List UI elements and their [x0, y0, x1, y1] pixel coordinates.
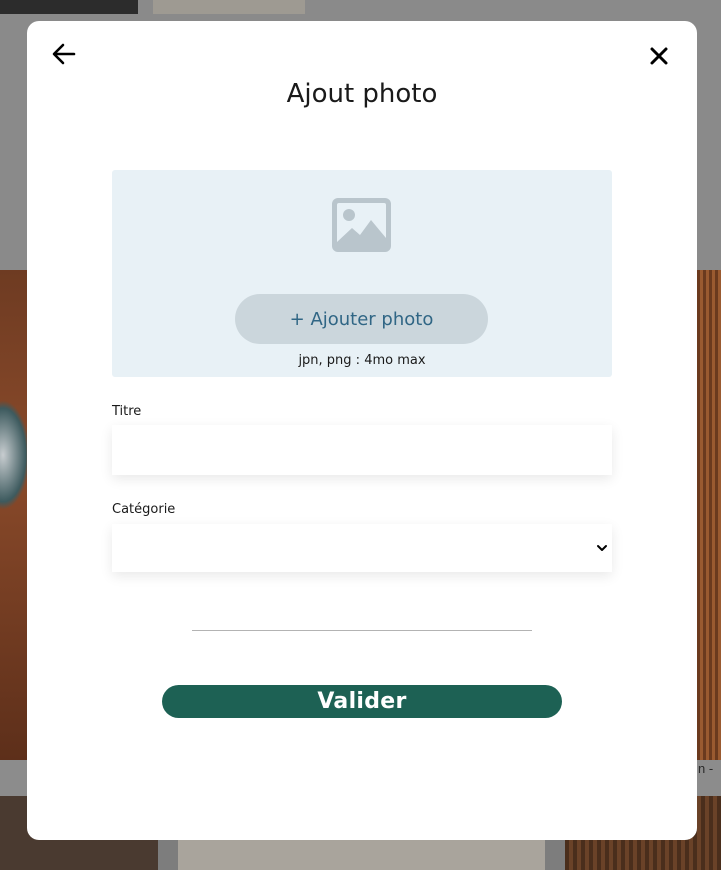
chevron-down-icon: [597, 545, 607, 551]
submit-button[interactable]: Valider: [162, 685, 562, 718]
photo-upload-zone[interactable]: + Ajouter photo jpn, png : 4mo max: [112, 170, 612, 377]
close-button[interactable]: [648, 45, 670, 67]
modal-title: Ajout photo: [286, 79, 438, 109]
back-button[interactable]: [51, 41, 77, 67]
arrow-left-icon: [52, 43, 76, 65]
add-photo-modal: Ajout photo + Ajouter photo jpn, png : 4…: [27, 21, 697, 840]
add-photo-button[interactable]: + Ajouter photo: [235, 294, 488, 344]
gallery-thumbnail: [153, 0, 305, 14]
upload-hint: jpn, png : 4mo max: [298, 353, 426, 368]
close-icon: [650, 47, 668, 65]
title-label: Titre: [112, 404, 142, 419]
gallery-thumbnail: [0, 0, 138, 14]
divider: [192, 630, 532, 631]
category-select[interactable]: [112, 524, 612, 572]
category-label: Catégorie: [112, 502, 176, 517]
title-input[interactable]: [112, 425, 612, 475]
gallery-image-right: [697, 270, 721, 760]
gallery-image-left: [0, 270, 30, 760]
gallery-image-left-detail: [0, 400, 30, 510]
gallery-caption: n -: [698, 761, 714, 776]
image-placeholder-icon: [332, 198, 391, 252]
